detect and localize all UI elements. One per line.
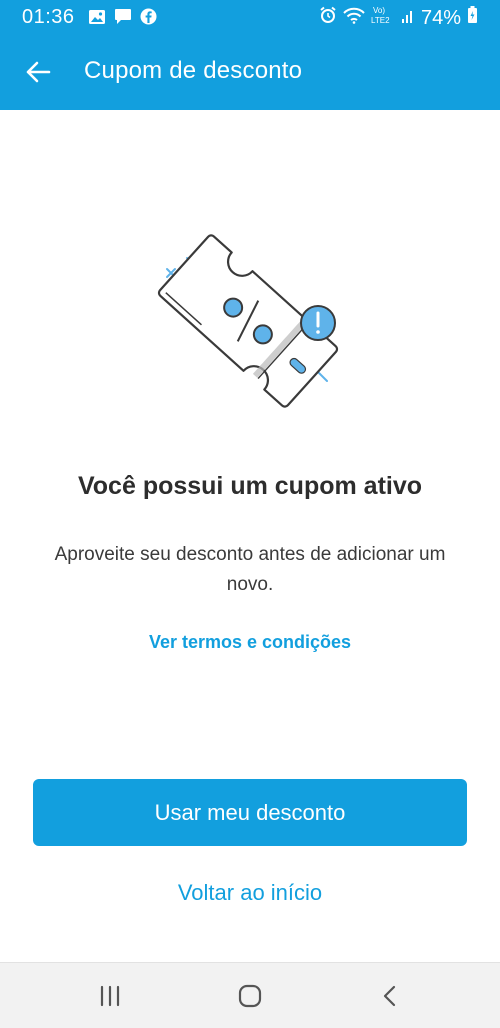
app-bar: 01:36 Vo) LTE2 74% Cupom de desconto: [0, 0, 500, 110]
nav-back-button[interactable]: [370, 981, 410, 1011]
status-left-icons: [88, 8, 157, 31]
alarm-icon: [319, 6, 337, 30]
battery-percent: 74%: [420, 6, 461, 29]
recents-button[interactable]: [90, 981, 130, 1011]
coupon-ticket-illustration: [150, 225, 350, 420]
svg-text:Vo): Vo): [373, 6, 385, 15]
recents-icon: [100, 985, 120, 1007]
arrow-left-icon: [26, 61, 51, 83]
coupon-heading: Você possui um cupom ativo: [77, 472, 423, 500]
coupon-description: Aproveite seu desconto antes de adiciona…: [54, 544, 446, 595]
wifi-icon: [343, 7, 365, 30]
svg-text:LTE2: LTE2: [371, 16, 390, 25]
facebook-icon: [140, 8, 157, 31]
message-icon: [114, 8, 132, 31]
volte-lte2-icon: Vo) LTE2: [371, 5, 395, 31]
signal-icon: [401, 7, 415, 30]
system-nav-bar: [0, 962, 500, 1028]
home-icon: [238, 984, 262, 1008]
back-to-home-link[interactable]: Voltar ao início: [0, 880, 500, 906]
use-discount-button[interactable]: Usar meu desconto: [33, 779, 467, 846]
status-right-icons: Vo) LTE2 74%: [319, 5, 478, 31]
terms-link[interactable]: Ver termos e condições: [0, 632, 500, 653]
back-icon: [383, 985, 396, 1007]
status-bar: 01:36 Vo) LTE2 74%: [0, 0, 500, 34]
battery-icon: [467, 6, 478, 30]
home-button[interactable]: [230, 981, 270, 1011]
toolbar: Cupom de desconto: [0, 34, 500, 110]
image-icon: [88, 8, 106, 31]
status-time: 01:36: [22, 6, 75, 28]
page-title: Cupom de desconto: [84, 57, 303, 84]
back-button[interactable]: [18, 52, 58, 92]
